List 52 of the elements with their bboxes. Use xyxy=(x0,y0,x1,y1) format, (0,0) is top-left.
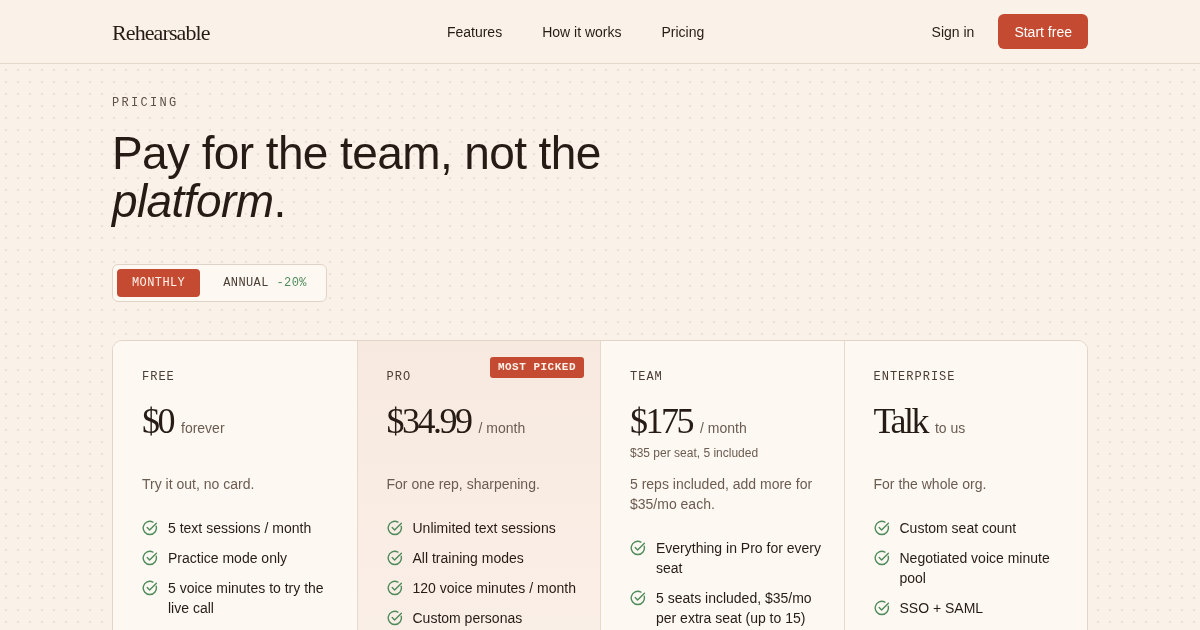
plan-description: For the whole org. xyxy=(873,475,988,494)
check-circle-icon xyxy=(873,520,890,536)
price-note: $35 per seat, 5 included xyxy=(630,445,760,461)
plan-badge: MOST PICKED xyxy=(489,357,584,378)
nav-link[interactable]: Pricing xyxy=(661,23,705,40)
price-period: to us xyxy=(934,420,966,436)
plan-name: PRO xyxy=(386,369,412,385)
nav-link[interactable]: Features xyxy=(446,23,503,40)
check-circle-icon xyxy=(386,580,403,596)
plan-description: Try it out, no card. xyxy=(142,475,256,494)
check-circle-icon xyxy=(873,600,890,616)
feature-text: 5 seats included, $35/mo per extra seat (up to 15) xyxy=(656,589,813,628)
feature-text: Custom personas xyxy=(412,609,523,628)
feature-text: 120 voice minutes / month xyxy=(412,579,576,598)
plan-name: FREE xyxy=(142,369,175,385)
billing-option[interactable]: ANNUAL -20% xyxy=(208,269,322,297)
billing-option[interactable]: MONTHLY xyxy=(117,269,201,297)
check-circle-icon xyxy=(630,590,646,606)
plan-price: $34.99 xyxy=(386,401,471,441)
price-period: forever xyxy=(181,420,225,436)
check-circle-icon xyxy=(873,550,890,566)
plan-name: ENTERPRISE xyxy=(873,369,956,385)
section-eyebrow: PRICING xyxy=(112,95,180,111)
feature-text: Everything in Pro for every seat xyxy=(656,539,822,578)
feature-text: Practice mode only xyxy=(168,549,288,568)
feature-text: Unlimited text sessions xyxy=(412,519,556,538)
feature-text: 5 voice minutes to try the live call xyxy=(168,579,325,618)
logo-wordmark[interactable]: Rehearsable xyxy=(112,17,210,46)
check-circle-icon xyxy=(630,540,646,556)
price-period: / month xyxy=(700,420,747,436)
start-free-button[interactable]: Start free xyxy=(998,14,1088,49)
plan-price: $175 xyxy=(630,401,692,441)
sign-in-link[interactable]: Sign in xyxy=(931,23,975,40)
check-circle-icon xyxy=(142,520,158,536)
check-circle-icon xyxy=(386,550,403,566)
plan-price: $0 xyxy=(142,401,173,441)
plan-description: For one rep, sharpening. xyxy=(386,475,541,494)
nav-link[interactable]: How it works xyxy=(542,23,622,40)
feature-text: 5 text sessions / month xyxy=(168,519,312,538)
plan-price: Talk xyxy=(873,401,927,441)
price-period: / month xyxy=(478,420,526,436)
check-circle-icon xyxy=(142,550,158,566)
feature-text: All training modes xyxy=(412,549,524,568)
check-circle-icon xyxy=(386,520,403,536)
plan-name: TEAM xyxy=(630,369,663,385)
plan-description: 5 reps included, add more for $35/mo each. xyxy=(630,475,814,514)
page-heading: Pay for the team, not the platform. xyxy=(112,129,602,225)
check-circle-icon xyxy=(386,610,403,626)
feature-text: Custom seat count xyxy=(899,519,1017,538)
feature-text: SSO + SAML xyxy=(899,599,984,618)
check-circle-icon xyxy=(142,580,158,596)
feature-text: Negotiated voice minute pool xyxy=(899,549,1051,588)
